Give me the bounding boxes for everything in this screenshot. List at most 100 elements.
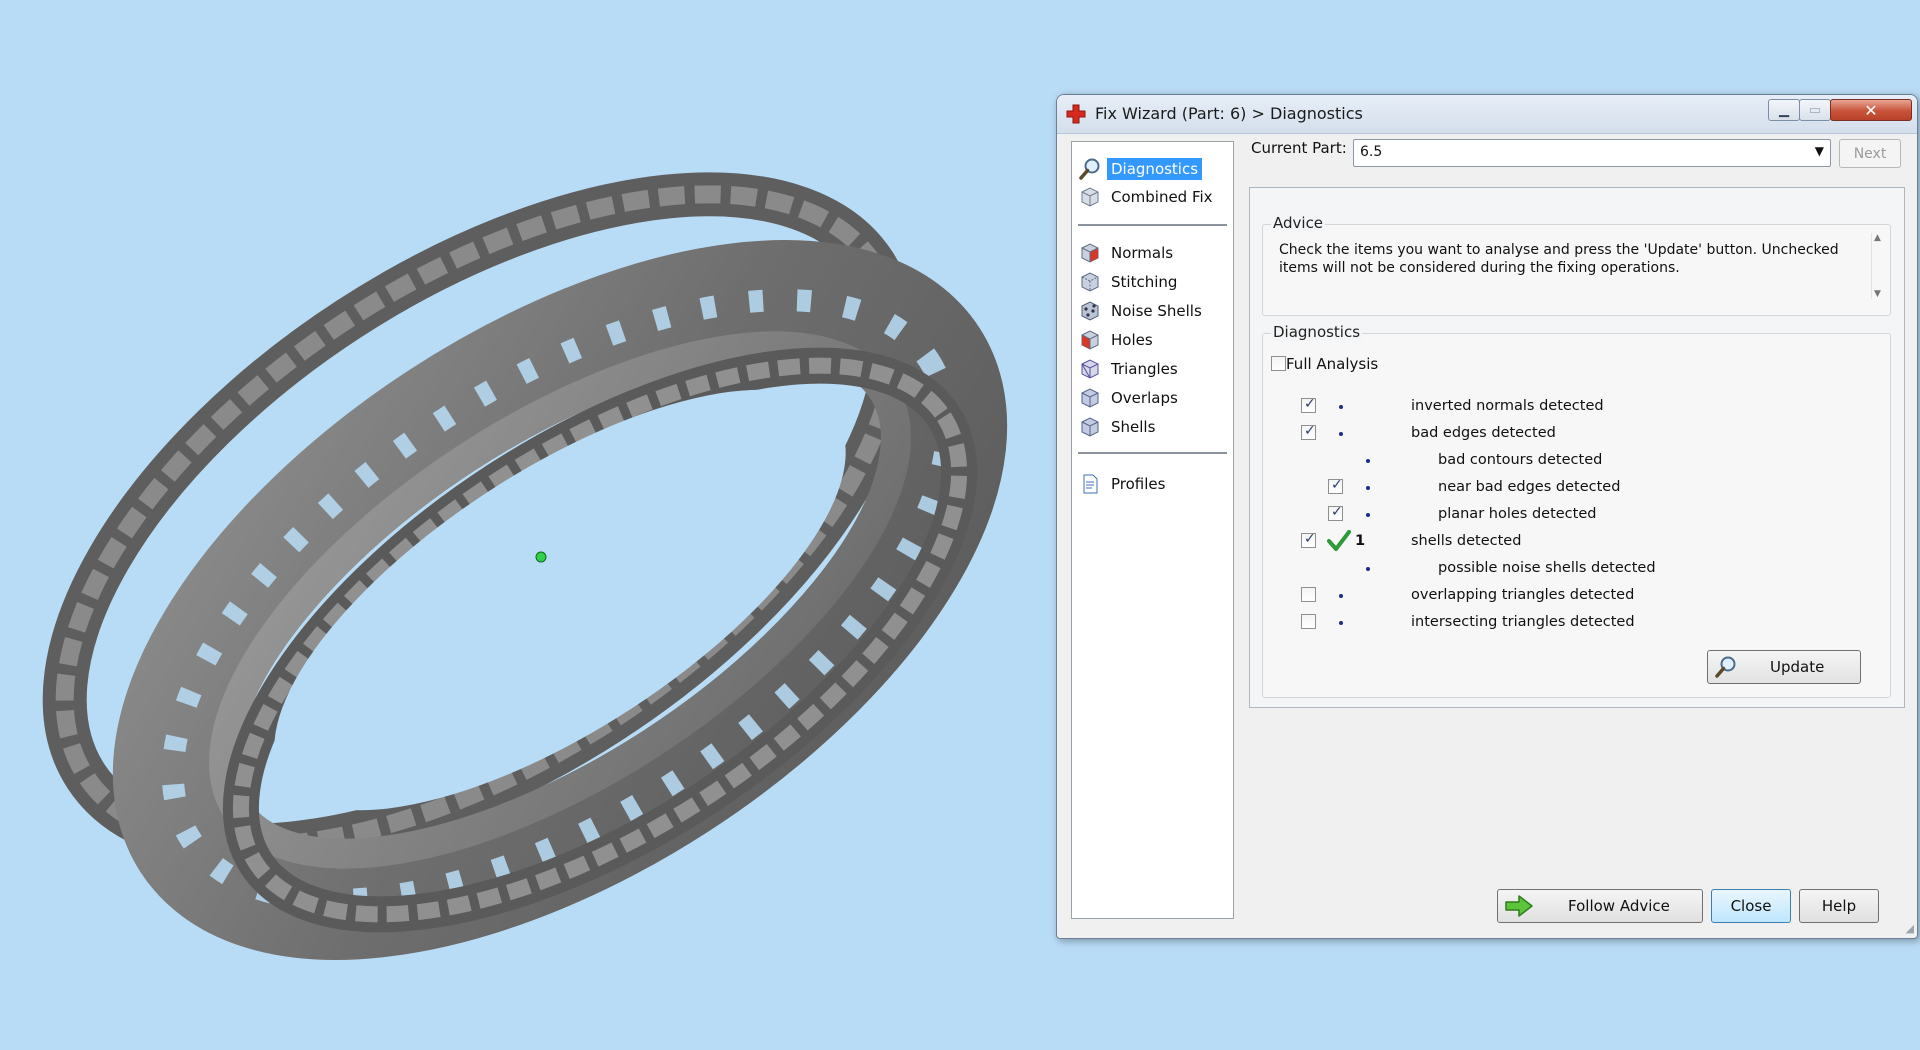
nav-item-label: Overlaps: [1111, 389, 1178, 407]
nav-item-label: Normals: [1111, 244, 1174, 262]
status-dot-icon: [1366, 513, 1370, 517]
row-checkbox[interactable]: ✓: [1301, 531, 1316, 548]
cube-triangle-icon: [1081, 359, 1099, 379]
cube-stitch-icon: [1081, 272, 1099, 292]
status-dot-icon: [1339, 594, 1343, 598]
status-dot-icon: [1366, 567, 1370, 571]
row-checkbox[interactable]: ✓: [1301, 423, 1316, 440]
close-button[interactable]: Close: [1711, 889, 1791, 923]
follow-advice-label: Follow Advice: [1568, 897, 1670, 915]
diagnostic-row-near-bad-edges: ✓ near bad edges detected: [1263, 477, 1883, 499]
diagnostic-row-shells: ✓ 1 shells detected: [1263, 530, 1883, 553]
status-dot-icon: [1366, 459, 1370, 463]
resize-grip-icon[interactable]: ◢: [1906, 922, 1914, 935]
check-mark-icon: ✓: [1331, 477, 1343, 493]
nav-item-noise-shells[interactable]: Noise Shells: [1078, 298, 1206, 324]
current-part-value: 6.5: [1360, 144, 1383, 160]
update-button-label: Update: [1770, 658, 1825, 676]
title-bar[interactable]: Fix Wizard (Part: 6) > Diagnostics ▁ ▭ ✕: [1057, 95, 1917, 134]
diagnostic-row-noise-shells: possible noise shells detected: [1263, 558, 1883, 580]
check-mark-icon: ✓: [1304, 423, 1316, 439]
advice-text: Check the items you want to analyse and …: [1279, 242, 1839, 276]
check-mark-icon: ✓: [1304, 531, 1316, 547]
nav-item-label: Combined Fix: [1111, 188, 1213, 206]
cube-overlap-icon: [1081, 388, 1099, 408]
diagnostic-row-overlapping-triangles: overlapping triangles detected: [1263, 585, 1883, 607]
nav-separator: [1078, 452, 1227, 454]
cube-icon: [1081, 187, 1099, 207]
green-arrow-icon: [1505, 895, 1533, 917]
nav-separator: [1078, 224, 1227, 226]
nav-item-label: Profiles: [1111, 475, 1166, 493]
row-label: bad contours detected: [1438, 452, 1603, 468]
cube-red-icon: [1081, 330, 1099, 350]
close-window-button[interactable]: ✕: [1830, 99, 1912, 121]
maximize-button[interactable]: ▭: [1799, 99, 1831, 121]
follow-advice-button[interactable]: Follow Advice: [1497, 889, 1703, 923]
row-label: overlapping triangles detected: [1411, 587, 1635, 603]
cube-shells-icon: [1081, 417, 1099, 437]
wizard-nav-panel: Diagnostics Combined Fix Normals Stitchi…: [1071, 141, 1234, 919]
fix-wizard-dialog: Fix Wizard (Part: 6) > Diagnostics ▁ ▭ ✕…: [1056, 94, 1918, 939]
nav-item-combined-fix[interactable]: Combined Fix: [1078, 184, 1217, 210]
minimize-button[interactable]: ▁: [1768, 99, 1800, 121]
nav-item-stitching[interactable]: Stitching: [1078, 269, 1181, 295]
diagnostic-row-intersecting-triangles: intersecting triangles detected: [1263, 612, 1883, 634]
row-label: inverted normals detected: [1411, 398, 1604, 414]
nav-item-holes[interactable]: Holes: [1078, 327, 1157, 353]
nav-item-normals[interactable]: Normals: [1078, 240, 1177, 266]
row-label: possible noise shells detected: [1438, 560, 1656, 576]
diagnostic-row-inverted-normals: ✓ inverted normals detected: [1263, 396, 1883, 418]
row-checkbox[interactable]: [1301, 587, 1316, 602]
row-label: shells detected: [1411, 533, 1522, 549]
pivot-point[interactable]: [535, 551, 547, 563]
row-checkbox[interactable]: ✓: [1328, 504, 1343, 521]
nav-item-diagnostics[interactable]: Diagnostics: [1078, 156, 1203, 182]
document-icon: [1083, 474, 1098, 494]
3d-viewport[interactable]: [0, 0, 1040, 1050]
nav-item-profiles[interactable]: Profiles: [1078, 471, 1169, 497]
diagnostic-row-planar-holes: ✓ planar holes detected: [1263, 504, 1883, 526]
nav-item-overlaps[interactable]: Overlaps: [1078, 385, 1182, 411]
nav-item-label: Noise Shells: [1111, 302, 1202, 320]
nav-item-label: Diagnostics: [1107, 158, 1203, 180]
window-title: Fix Wizard (Part: 6) > Diagnostics: [1095, 104, 1363, 123]
row-checkbox[interactable]: ✓: [1328, 477, 1343, 494]
main-content-frame: Advice Check the items you want to analy…: [1249, 187, 1905, 708]
advice-title: Advice: [1271, 214, 1326, 232]
next-button[interactable]: Next: [1839, 139, 1901, 168]
nav-item-triangles[interactable]: Triangles: [1078, 356, 1182, 382]
row-label: planar holes detected: [1438, 506, 1597, 522]
current-part-select[interactable]: 6.5 ▼: [1353, 139, 1831, 167]
nav-item-label: Triangles: [1111, 360, 1178, 378]
chevron-down-icon: ▼: [1814, 144, 1824, 158]
scroll-up-icon[interactable]: ▲: [1874, 233, 1881, 243]
row-checkbox[interactable]: [1301, 614, 1316, 629]
full-analysis-checkbox[interactable]: [1271, 356, 1286, 371]
check-mark-icon: ✓: [1331, 504, 1343, 520]
magnifier-icon: [1715, 656, 1736, 678]
diagnostics-group: Diagnostics Full Analysis ✓ inverted nor…: [1262, 323, 1891, 698]
cube-dots-icon: [1081, 301, 1099, 321]
status-dot-icon: [1339, 405, 1343, 409]
diagnostic-row-bad-contours: bad contours detected: [1263, 450, 1883, 472]
status-dot-icon: [1339, 621, 1343, 625]
green-check-icon: [1327, 530, 1351, 551]
advice-group: Advice Check the items you want to analy…: [1262, 214, 1891, 316]
check-mark-icon: ✓: [1304, 396, 1316, 412]
magnifier-icon: [1079, 158, 1100, 180]
nav-item-label: Holes: [1111, 331, 1153, 349]
help-button[interactable]: Help: [1799, 889, 1879, 923]
advice-scrollbar[interactable]: ▲ ▼: [1871, 233, 1886, 299]
scroll-down-icon[interactable]: ▼: [1874, 289, 1881, 299]
row-label: near bad edges detected: [1438, 479, 1621, 495]
nav-item-shells[interactable]: Shells: [1078, 414, 1159, 440]
status-dot-icon: [1366, 486, 1370, 490]
nav-item-label: Stitching: [1111, 273, 1178, 291]
shells-count: 1: [1355, 533, 1366, 549]
red-cross-icon: [1066, 104, 1086, 124]
cube-red-face-icon: [1081, 243, 1099, 263]
update-button[interactable]: Update: [1707, 650, 1861, 684]
diagnostics-title: Diagnostics: [1271, 323, 1363, 341]
row-checkbox[interactable]: ✓: [1301, 396, 1316, 413]
